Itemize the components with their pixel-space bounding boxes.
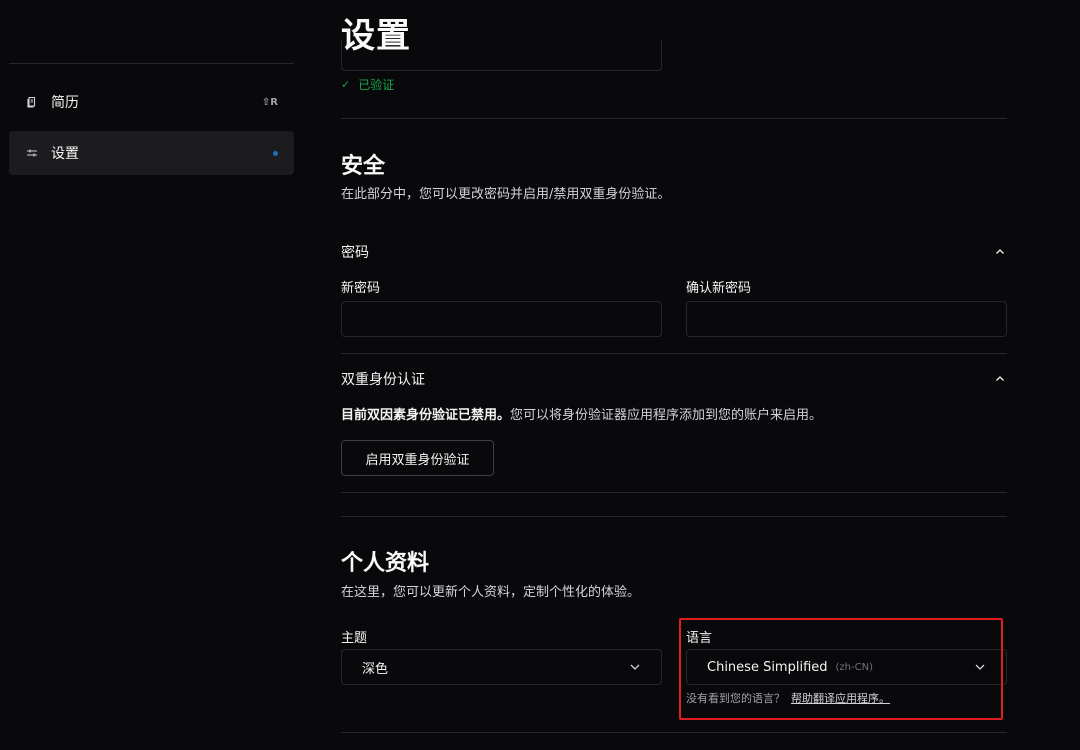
divider	[341, 492, 1007, 493]
section-title-security: 安全	[341, 154, 386, 179]
verified-label: 已验证	[358, 78, 395, 92]
active-indicator-dot	[273, 150, 278, 156]
language-select[interactable]: Chinese Simplified (zh-CN)	[686, 649, 1007, 685]
verified-status: ✓ 已验证	[341, 76, 394, 93]
theme-select-value: 深色	[362, 661, 389, 677]
theme-label: 主题	[341, 631, 368, 646]
sidebar-item-resume[interactable]: 简历 ⇧R	[9, 80, 294, 124]
new-password-field[interactable]	[341, 301, 662, 337]
check-icon: ✓	[341, 78, 351, 91]
language-code: (zh-CN)	[835, 661, 873, 673]
section-description-security: 在此部分中，您可以更改密码并启用/禁用双重身份验证。	[341, 187, 671, 202]
chevron-up-icon	[996, 376, 1004, 381]
chevron-down-icon	[975, 664, 985, 670]
language-hint-text: 没有看到您的语言？	[686, 692, 785, 705]
chevron-down-icon	[630, 664, 640, 670]
resume-icon	[25, 95, 39, 109]
sliders-icon	[25, 146, 39, 160]
two-factor-status-bold: 目前双因素身份验证已禁用。	[341, 408, 511, 423]
sidebar-item-label: 简历	[51, 95, 79, 111]
sidebar-divider	[9, 63, 294, 64]
divider	[341, 118, 1007, 119]
confirm-password-field[interactable]	[686, 301, 1007, 337]
section-title-profile: 个人资料	[341, 551, 430, 576]
confirm-password-label: 确认新密码	[686, 281, 752, 296]
two-factor-accordion-header[interactable]: 双重身份认证	[341, 369, 1007, 389]
language-select-value: Chinese Simplified	[707, 659, 828, 675]
settings-main: 设置 ✓ 已验证 安全 在此部分中，您可以更改密码并启用/禁用双重身份验证。 密…	[341, 0, 1007, 750]
two-factor-status: 目前双因素身份验证已禁用。您可以将身份验证器应用程序添加到您的账户来启用。	[341, 404, 822, 423]
language-hint: 没有看到您的语言？ 帮助翻译应用程序。	[686, 690, 890, 706]
email-field[interactable]	[341, 40, 662, 71]
settings-page: 简历 ⇧R 设置 设置 ✓ 已验证 安全 在此部分中，您可以更改密码并启用/禁用…	[0, 0, 1080, 750]
sidebar-item-settings[interactable]: 设置	[9, 131, 294, 175]
divider	[341, 353, 1007, 354]
divider	[341, 732, 1007, 733]
shortcut-badge: ⇧R	[261, 96, 278, 108]
enable-two-factor-button[interactable]: 启用双重身份验证	[341, 440, 494, 476]
chevron-up-icon	[996, 249, 1004, 254]
divider	[341, 516, 1007, 517]
section-description-profile: 在这里，您可以更新个人资料，定制个性化的体验。	[341, 585, 641, 600]
password-heading: 密码	[341, 245, 369, 261]
language-label: 语言	[686, 631, 713, 646]
new-password-label: 新密码	[341, 281, 381, 296]
two-factor-heading: 双重身份认证	[341, 372, 425, 388]
password-accordion-header[interactable]: 密码	[341, 242, 1007, 262]
help-translate-link[interactable]: 帮助翻译应用程序。	[791, 692, 890, 705]
sidebar: 简历 ⇧R 设置	[0, 0, 302, 750]
theme-select[interactable]: 深色	[341, 649, 662, 685]
two-factor-status-text: 您可以将身份验证器应用程序添加到您的账户来启用。	[510, 408, 823, 423]
sidebar-item-label: 设置	[51, 146, 79, 162]
